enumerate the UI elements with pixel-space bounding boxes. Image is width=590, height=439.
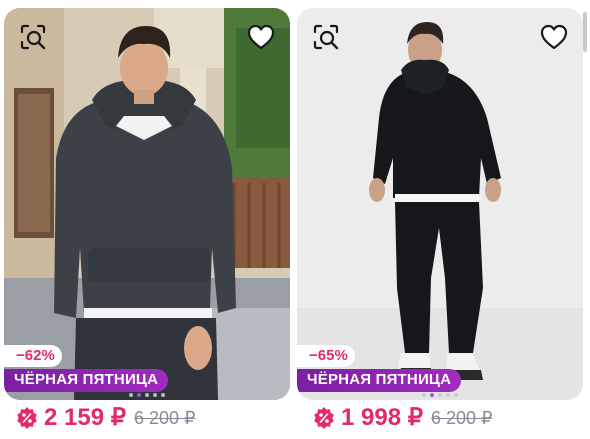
pagination-dot [153, 393, 157, 397]
current-price: 2 159 ₽ [44, 404, 126, 431]
find-similar-button[interactable] [309, 22, 343, 56]
pagination-dot [454, 393, 458, 397]
find-similar-icon [311, 22, 341, 57]
product-image-area[interactable]: −65% ЧЁРНАЯ ПЯТНИЦА [297, 8, 583, 400]
photo-pagination [129, 393, 165, 397]
old-price: 6 200 ₽ [431, 407, 493, 428]
pagination-dot [145, 393, 149, 397]
pagination-dot [446, 393, 450, 397]
favorite-button[interactable] [537, 22, 571, 56]
current-price: 1 998 ₽ [341, 404, 423, 431]
promo-badge: ЧЁРНАЯ ПЯТНИЦА [4, 369, 169, 392]
old-price: 6 200 ₽ [134, 407, 196, 428]
pagination-dot-active [430, 393, 434, 397]
discount-badge: −65% [297, 345, 355, 367]
pagination-dot [438, 393, 442, 397]
promo-badge: ЧЁРНАЯ ПЯТНИЦА [297, 369, 462, 392]
photo-pagination [422, 393, 458, 397]
heart-icon [539, 23, 569, 56]
product-grid: −62% ЧЁРНАЯ ПЯТНИЦА 2 159 ₽ 6 200 ₽ −65%… [0, 0, 590, 439]
badges: −65% ЧЁРНАЯ ПЯТНИЦА [297, 345, 462, 392]
badges: −62% ЧЁРНАЯ ПЯТНИЦА [4, 345, 169, 392]
find-similar-icon [18, 22, 48, 57]
favorite-button[interactable] [244, 22, 278, 56]
heart-icon [246, 23, 276, 56]
product-card[interactable]: −65% ЧЁРНАЯ ПЯТНИЦА [297, 8, 583, 400]
pagination-dot [129, 393, 133, 397]
scrollbar[interactable] [583, 12, 587, 52]
discount-badge: −62% [4, 345, 62, 367]
product-card[interactable]: −62% ЧЁРНАЯ ПЯТНИЦА [4, 8, 290, 400]
find-similar-button[interactable] [16, 22, 50, 56]
price-row: 1 998 ₽ 6 200 ₽ [313, 404, 493, 432]
pagination-dot [422, 393, 426, 397]
percent-badge-icon [16, 407, 38, 429]
product-photo[interactable] [4, 8, 290, 400]
product-image-area[interactable]: −62% ЧЁРНАЯ ПЯТНИЦА [4, 8, 290, 400]
product-photo[interactable] [297, 8, 583, 400]
pagination-dot-active [137, 393, 141, 397]
percent-badge-icon [313, 407, 335, 429]
price-row: 2 159 ₽ 6 200 ₽ [16, 404, 196, 432]
pagination-dot [161, 393, 165, 397]
